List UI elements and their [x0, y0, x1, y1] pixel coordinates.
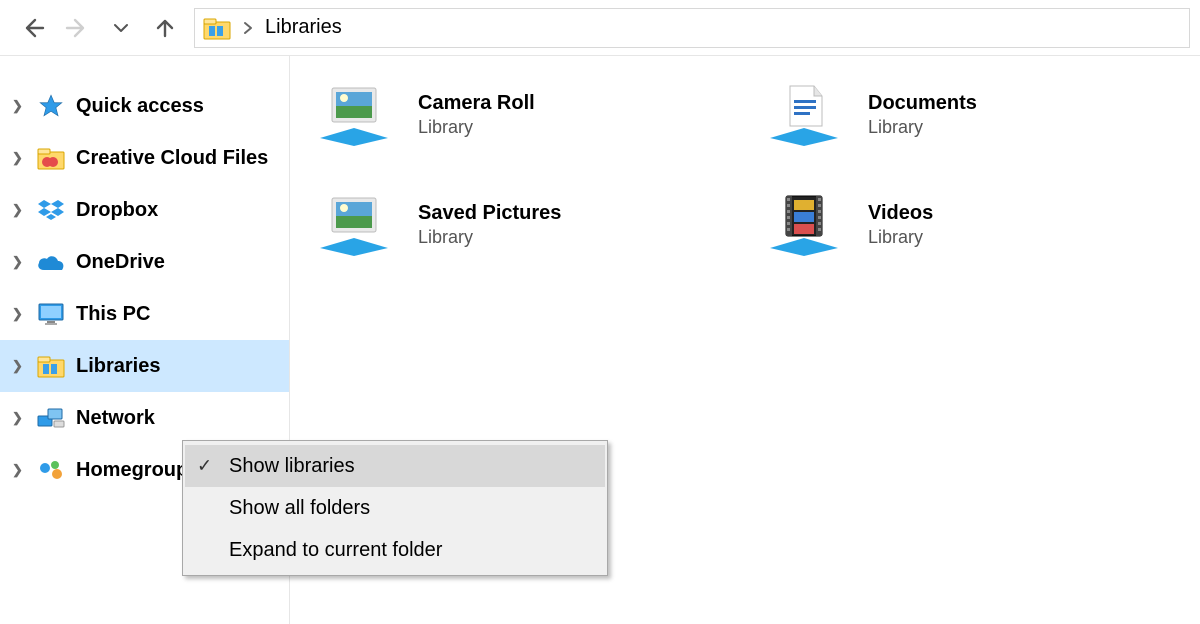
- library-item-camera-roll[interactable]: Camera Roll Library: [310, 80, 730, 150]
- library-item-subtype: Library: [418, 227, 561, 248]
- chevron-right-icon[interactable]: ❯: [12, 98, 26, 114]
- context-menu-item-show-all-folders[interactable]: Show all folders: [185, 487, 605, 529]
- check-icon: ✓: [197, 456, 212, 477]
- address-bar[interactable]: Libraries: [194, 8, 1190, 48]
- sidebar-item-creative-cloud[interactable]: ❯ Creative Cloud Files: [0, 132, 289, 184]
- sidebar-item-network[interactable]: ❯ Network: [0, 392, 289, 444]
- chevron-right-icon[interactable]: ❯: [12, 410, 26, 426]
- context-menu-item-label: Show libraries: [229, 455, 355, 478]
- onedrive-icon: [36, 248, 66, 276]
- arrow-left-icon: [21, 16, 45, 40]
- context-menu-item-expand-to-current-folder[interactable]: Expand to current folder: [185, 529, 605, 571]
- breadcrumb-separator-icon: [241, 21, 255, 35]
- library-item-text: Camera Roll Library: [418, 92, 535, 138]
- library-item-videos[interactable]: Videos Library: [760, 190, 1180, 260]
- dropbox-icon: [36, 196, 66, 224]
- arrow-right-icon: [65, 16, 89, 40]
- homegroup-icon: [36, 456, 66, 484]
- network-icon: [36, 404, 66, 432]
- picture-library-icon: [310, 80, 398, 150]
- chevron-down-icon: [113, 20, 129, 36]
- chevron-right-icon[interactable]: ❯: [12, 254, 26, 270]
- explorer-window: Libraries ❯ Quick access ❯ Creative Clou…: [0, 0, 1200, 624]
- sidebar-item-onedrive[interactable]: ❯ OneDrive: [0, 236, 289, 288]
- context-menu: ✓ Show libraries Show all folders Expand…: [182, 440, 608, 576]
- sidebar-item-label: Homegroup: [76, 459, 188, 482]
- libraries-icon: [36, 352, 66, 380]
- video-library-icon: [760, 190, 848, 260]
- sidebar-item-libraries[interactable]: ❯ Libraries: [0, 340, 289, 392]
- arrow-up-icon: [153, 16, 177, 40]
- sidebar-item-label: Network: [76, 407, 155, 430]
- library-item-title: Camera Roll: [418, 92, 535, 115]
- context-menu-item-label: Show all folders: [229, 497, 370, 520]
- sidebar-item-dropbox[interactable]: ❯ Dropbox: [0, 184, 289, 236]
- monitor-icon: [36, 300, 66, 328]
- picture-library-icon: [310, 190, 398, 260]
- chevron-right-icon[interactable]: ❯: [12, 150, 26, 166]
- chevron-right-icon[interactable]: ❯: [12, 306, 26, 322]
- library-item-subtype: Library: [868, 117, 977, 138]
- back-button[interactable]: [18, 13, 48, 43]
- library-item-subtype: Library: [868, 227, 933, 248]
- library-item-text: Videos Library: [868, 202, 933, 248]
- sidebar-item-label: Quick access: [76, 95, 204, 118]
- context-menu-item-show-libraries[interactable]: ✓ Show libraries: [185, 445, 605, 487]
- sidebar-item-label: Dropbox: [76, 199, 158, 222]
- context-menu-item-label: Expand to current folder: [229, 539, 442, 562]
- chevron-right-icon[interactable]: ❯: [12, 358, 26, 374]
- recent-locations-button[interactable]: [106, 13, 136, 43]
- up-button[interactable]: [150, 13, 180, 43]
- library-item-title: Saved Pictures: [418, 202, 561, 225]
- cc-folder-icon: [36, 144, 66, 172]
- star-icon: [36, 92, 66, 120]
- breadcrumb-current[interactable]: Libraries: [265, 16, 342, 39]
- library-item-text: Saved Pictures Library: [418, 202, 561, 248]
- library-item-title: Documents: [868, 92, 977, 115]
- sidebar-item-label: Libraries: [76, 355, 160, 378]
- chevron-right-icon[interactable]: ❯: [12, 202, 26, 218]
- sidebar-item-quick-access[interactable]: ❯ Quick access: [0, 80, 289, 132]
- sidebar-item-label: This PC: [76, 303, 150, 326]
- sidebar-item-label: Creative Cloud Files: [76, 147, 268, 170]
- sidebar-item-this-pc[interactable]: ❯ This PC: [0, 288, 289, 340]
- library-item-documents[interactable]: Documents Library: [760, 80, 1180, 150]
- document-library-icon: [760, 80, 848, 150]
- library-item-text: Documents Library: [868, 92, 977, 138]
- sidebar-item-label: OneDrive: [76, 251, 165, 274]
- library-item-subtype: Library: [418, 117, 535, 138]
- library-item-saved-pictures[interactable]: Saved Pictures Library: [310, 190, 730, 260]
- chevron-right-icon[interactable]: ❯: [12, 462, 26, 478]
- forward-button[interactable]: [62, 13, 92, 43]
- libraries-icon: [203, 16, 231, 40]
- library-item-title: Videos: [868, 202, 933, 225]
- navigation-bar: Libraries: [0, 0, 1200, 56]
